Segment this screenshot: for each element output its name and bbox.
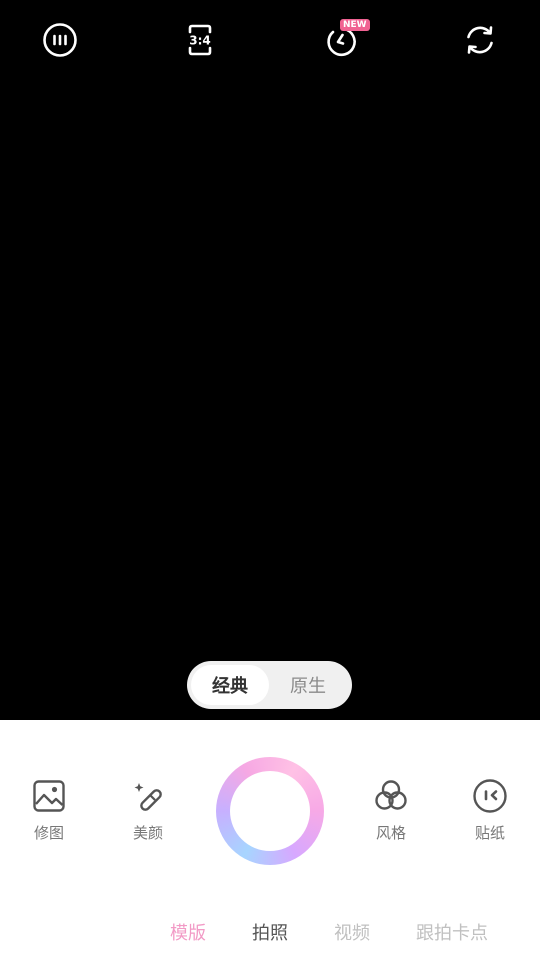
timer-button[interactable]: NEW [320,19,370,60]
tab-beat-sync[interactable]: 跟拍卡点 [416,919,488,945]
aspect-ratio-icon: 3:4 [188,24,212,56]
style-tool[interactable]: 风格 [356,778,426,843]
sticker-tool[interactable]: 贴纸 [455,778,525,843]
filter-mode-toggle: 经典 原生 [187,661,352,709]
mode-option-original[interactable]: 原生 [269,665,347,705]
sticker-icon [473,779,507,813]
new-badge: NEW [340,19,370,31]
edit-photo-tool[interactable]: 修图 [14,778,84,843]
camera-flip-icon [467,26,493,54]
sticker-label: 贴纸 [474,824,505,842]
aspect-ratio-label: 3:4 [189,34,211,48]
tab-photo[interactable]: 拍照 [252,919,288,945]
edit-photo-label: 修图 [33,824,64,842]
magic-wand-icon [134,783,162,811]
beauty-tool[interactable]: 美颜 [113,778,183,843]
mode-tabs: 模版 拍照 视频 跟拍卡点 [0,919,540,945]
shutter-inner [230,771,310,851]
aspect-ratio-button[interactable]: 3:4 [180,20,220,60]
flip-camera-button[interactable] [460,20,500,60]
filter-icon [375,780,407,810]
shutter-button[interactable] [216,757,324,865]
more-icon [43,23,77,57]
tab-template[interactable]: 模版 [170,919,206,945]
bottom-panel: 修图 美颜 风格 贴纸 模版 拍照 视频 跟拍卡点 [0,720,540,960]
camera-viewfinder[interactable]: 3:4 NEW 经典 原生 [0,0,540,720]
image-icon [33,780,65,812]
mode-option-classic[interactable]: 经典 [191,665,269,705]
tab-video[interactable]: 视频 [334,919,370,945]
more-button[interactable] [40,20,80,60]
style-label: 风格 [375,824,406,842]
beauty-label: 美颜 [132,824,163,842]
